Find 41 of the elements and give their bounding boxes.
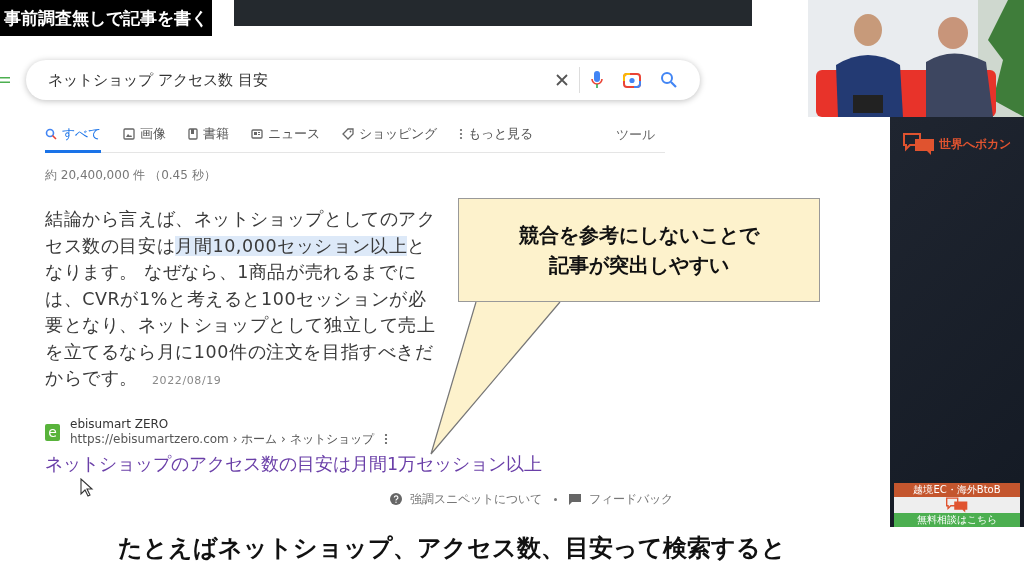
subtitle-caption: たとえばネットショップ、アクセス数、目安って検索すると (117, 533, 787, 564)
search-tab[interactable]: 画像 (123, 117, 166, 153)
result-url: https://ebisumartzero.com › ホーム › ネットショップ (70, 430, 374, 448)
search-query: ネットショップ アクセス数 目安 (48, 70, 269, 90)
search-icon[interactable] (660, 71, 678, 89)
search-icon (45, 127, 57, 140)
title-caption: 事前調査無しで記事を書く (0, 0, 212, 36)
site-name: ebisumart ZERO (70, 416, 170, 431)
bubble-text: 記事が突出しやすい (549, 252, 729, 279)
result-stats: 約 20,400,000 件 （0.45 秒） (45, 167, 217, 184)
brand-name: 世界へボカン (939, 135, 1011, 153)
more-icon (459, 127, 463, 140)
banner-heading: 越境EC・海外BtoB (894, 483, 1020, 497)
search-tab[interactable]: すべて (45, 117, 101, 153)
tag-icon (342, 127, 354, 140)
consult-banner[interactable]: 越境EC・海外BtoB 無料相談はこちら (894, 483, 1020, 527)
speech-bubbles-icon (946, 497, 968, 513)
mouse-cursor-icon (80, 478, 94, 498)
more-icon[interactable] (383, 433, 388, 445)
search-field[interactable]: ネットショップ アクセス数 目安 (26, 60, 700, 100)
feedback-icon[interactable] (569, 493, 581, 505)
speech-bubbles-icon (903, 133, 935, 155)
snippet-info-link[interactable]: 強調スニペットについて (410, 491, 542, 507)
camera-icon[interactable] (622, 71, 642, 89)
tools-tab[interactable]: ツール (616, 126, 655, 144)
result-title-link[interactable]: ネットショップのアクセス数の目安は月間1万セッション以上 (45, 451, 890, 476)
microphone-icon[interactable] (590, 70, 604, 90)
help-icon[interactable] (390, 493, 402, 505)
feedback-link[interactable]: フィードバック (589, 491, 673, 507)
menu-icon[interactable] (0, 75, 10, 85)
book-icon (188, 127, 198, 140)
search-tab[interactable]: ショッピング (342, 117, 437, 153)
close-icon[interactable] (555, 73, 569, 87)
site-favicon: e (45, 423, 60, 441)
search-tab[interactable]: 書籍 (188, 117, 229, 153)
snippet-text: 結論から言えば、ネットショップとしてのアクセス数の目安は月間10,000セッション以上となります。 なぜなら、1商品が売れるまでには、CVRが1%と考えると100セッションが必要となり、ネットショップとして独立して売上を立てるなら月に100件の注文を目指すべきだからです。 2022/08/19 (45, 208, 437, 390)
newspaper-icon (251, 127, 263, 140)
search-tab[interactable]: ニュース (251, 117, 320, 153)
search-tab[interactable]: もっと見る (459, 117, 533, 153)
bubble-text: 競合を参考にしないことで (519, 222, 759, 249)
image-icon (123, 127, 135, 140)
